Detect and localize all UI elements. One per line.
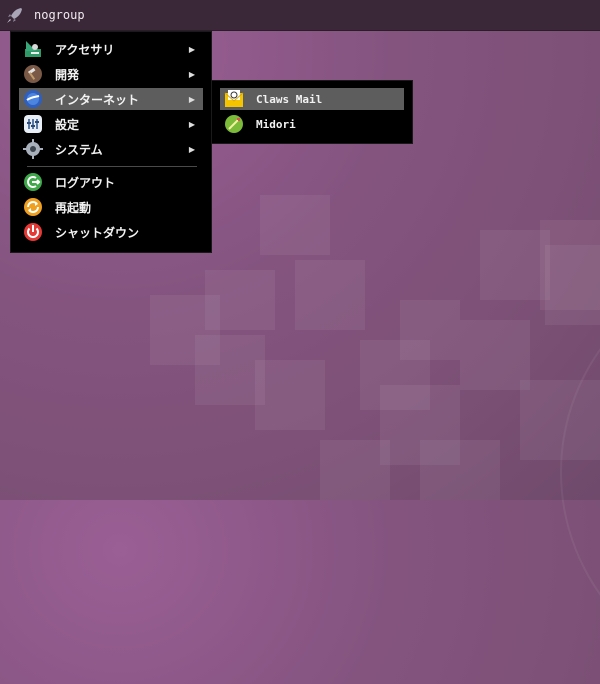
menu-item-settings[interactable]: 設定 ▶ (19, 113, 203, 135)
development-icon (23, 64, 43, 84)
menu-item-label: 設定 (55, 117, 80, 132)
settings-icon (23, 114, 43, 134)
top-panel: nogroup (0, 0, 600, 31)
menu-item-label: 開発 (55, 67, 80, 82)
menu-item-accessories[interactable]: アクセサリ ▶ (19, 38, 203, 60)
submenu-arrow-icon: ▶ (188, 94, 195, 104)
panel-username: nogroup (34, 8, 85, 22)
menu-item-development[interactable]: 開発 ▶ (19, 63, 203, 85)
mail-icon (224, 89, 244, 109)
submenu-item-label: Midori (256, 117, 296, 131)
menu-item-label: インターネット (55, 92, 140, 107)
menu-item-restart[interactable]: 再起動 (19, 196, 203, 218)
restart-icon (23, 197, 43, 217)
menu-item-label: ログアウト (55, 175, 116, 190)
system-icon (23, 139, 43, 159)
submenu-item-midori[interactable]: Midori (220, 113, 404, 135)
menu-item-system[interactable]: システム ▶ (19, 138, 203, 160)
submenu-arrow-icon: ▶ (188, 69, 195, 79)
menu-item-shutdown[interactable]: シャットダウン (19, 221, 203, 243)
submenu-item-claws-mail[interactable]: Claws Mail (220, 88, 404, 110)
logout-icon (23, 172, 43, 192)
menu-item-logout[interactable]: ログアウト (19, 171, 203, 193)
accessories-icon (23, 39, 43, 59)
menu-item-label: シャットダウン (55, 225, 140, 240)
submenu-arrow-icon: ▶ (188, 144, 195, 154)
menu-separator (27, 166, 197, 167)
menu-item-label: アクセサリ (55, 42, 115, 57)
rocket-icon[interactable] (4, 4, 26, 26)
submenu-arrow-icon: ▶ (188, 44, 195, 54)
menu-item-label: 再起動 (55, 200, 92, 215)
shutdown-icon (23, 222, 43, 242)
menu-item-internet[interactable]: インターネット ▶ (19, 88, 203, 110)
application-menu: アクセサリ ▶ 開発 ▶ インターネット ▶ 設定 ▶ システム ▶ ログアウト… (10, 31, 212, 253)
internet-submenu: Claws Mail Midori (211, 80, 413, 144)
browser-icon (224, 114, 244, 134)
internet-icon (23, 89, 43, 109)
menu-item-label: システム (55, 142, 103, 157)
submenu-arrow-icon: ▶ (188, 119, 195, 129)
submenu-item-label: Claws Mail (256, 92, 323, 106)
